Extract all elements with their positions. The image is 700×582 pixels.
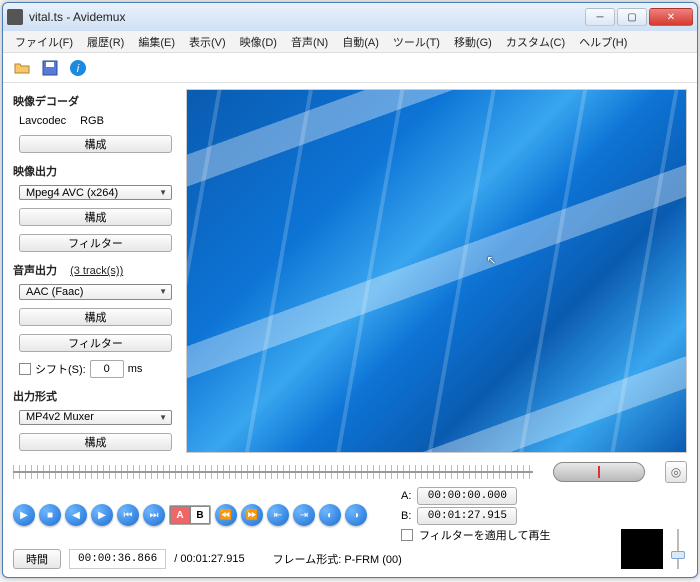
marker-a-time[interactable]: 00:00:00.000: [417, 487, 517, 505]
next-frame-button[interactable]: ▶: [91, 504, 113, 526]
audio-codec-select[interactable]: AAC (Faac) ▼: [19, 284, 172, 299]
menu-help[interactable]: ヘルプ(H): [573, 32, 633, 52]
audio-tracks-link[interactable]: (3 track(s)): [70, 265, 123, 277]
status-row: 時間 00:00:36.866 / 00:01:27.915 フレーム形式: P…: [13, 549, 611, 569]
time-button[interactable]: 時間: [13, 549, 61, 569]
goto-marker-a-button[interactable]: ⇤: [267, 504, 289, 526]
chevron-down-icon: ▼: [159, 287, 167, 296]
video-codec-select[interactable]: Mpeg4 AVC (x264) ▼: [19, 185, 172, 200]
decoder-name: Lavcodec: [19, 115, 66, 127]
decoder-colorspace: RGB: [80, 115, 104, 127]
save-icon[interactable]: [39, 57, 61, 79]
maximize-button[interactable]: ▢: [617, 8, 647, 26]
total-time: / 00:01:27.915: [174, 553, 244, 565]
marker-b-label: B:: [401, 510, 411, 522]
menu-tools[interactable]: ツール(T): [387, 32, 446, 52]
video-preview: ↖: [186, 89, 687, 453]
chevron-down-icon: ▼: [159, 188, 167, 197]
side-panel: 映像デコーダ Lavcodec RGB 構成 映像出力 Mpeg4 AVC (x…: [13, 89, 178, 453]
menu-edit[interactable]: 編集(E): [132, 32, 181, 52]
disc-icon[interactable]: ◎: [665, 461, 687, 483]
video-filter-button[interactable]: フィルター: [19, 234, 172, 252]
set-marker-a-button[interactable]: A: [170, 506, 190, 524]
shift-checkbox[interactable]: [19, 363, 31, 375]
output-format-value: MP4v2 Muxer: [26, 411, 94, 423]
set-marker-b-button[interactable]: B: [190, 506, 210, 524]
goto-start-button[interactable]: ⏪: [215, 504, 237, 526]
audio-meter: [621, 529, 663, 569]
transport-bar: ▶ ■ ◀ ▶ ⏮ ⏭ A B ⏪ ⏩ ⇤ ⇥ ◐ ◑: [13, 487, 611, 543]
goto-marker-b-button[interactable]: ⇥: [293, 504, 315, 526]
marker-a-label: A:: [401, 490, 411, 502]
output-format-header: 出力形式: [13, 388, 178, 404]
menu-custom[interactable]: カスタム(C): [500, 32, 571, 52]
prev-frame-button[interactable]: ◀: [65, 504, 87, 526]
menu-video[interactable]: 映像(D): [234, 32, 283, 52]
video-configure-button[interactable]: 構成: [19, 208, 172, 226]
volume-slider[interactable]: [669, 529, 687, 569]
shift-value-input[interactable]: [90, 360, 124, 378]
titlebar: vital.ts - Avidemux ─ ▢ ✕: [3, 3, 697, 31]
stop-button[interactable]: ■: [39, 504, 61, 526]
frame-type: フレーム形式: P-FRM (00): [273, 551, 402, 567]
window-title: vital.ts - Avidemux: [29, 10, 585, 24]
menu-file[interactable]: ファイル(F): [9, 32, 79, 52]
menubar: ファイル(F) 履歴(R) 編集(E) 表示(V) 映像(D) 音声(N) 自動…: [3, 31, 697, 53]
play-button[interactable]: ▶: [13, 504, 35, 526]
prev-keyframe-button[interactable]: ⏮: [117, 504, 139, 526]
cursor-icon: ↖: [486, 253, 496, 267]
audio-filter-button[interactable]: フィルター: [19, 334, 172, 352]
current-time[interactable]: 00:00:36.866: [69, 549, 166, 569]
apply-filters-checkbox[interactable]: [401, 529, 413, 541]
info-icon[interactable]: i: [67, 57, 89, 79]
menu-recent[interactable]: 履歴(R): [81, 32, 130, 52]
audio-codec-value: AAC (Faac): [26, 286, 83, 298]
timeline-slider[interactable]: [13, 465, 533, 479]
menu-audio[interactable]: 音声(N): [285, 32, 334, 52]
video-decoder-header: 映像デコーダ: [13, 93, 178, 109]
audio-output-header: 音声出力 (3 track(s)): [13, 262, 178, 278]
menu-go[interactable]: 移動(G): [448, 32, 498, 52]
video-codec-value: Mpeg4 AVC (x264): [26, 187, 118, 199]
decoder-configure-button[interactable]: 構成: [19, 135, 172, 153]
toolbar: i: [3, 53, 697, 83]
video-output-header: 映像出力: [13, 163, 178, 179]
shift-label: シフト(S):: [35, 361, 86, 377]
minimize-button[interactable]: ─: [585, 8, 615, 26]
open-icon[interactable]: [11, 57, 33, 79]
output-format-select[interactable]: MP4v2 Muxer ▼: [19, 410, 172, 425]
menu-view[interactable]: 表示(V): [183, 32, 232, 52]
goto-end-button[interactable]: ⏩: [241, 504, 263, 526]
next-keyframe-button[interactable]: ⏭: [143, 504, 165, 526]
audio-configure-button[interactable]: 構成: [19, 308, 172, 326]
apply-filters-label: フィルターを適用して再生: [419, 527, 550, 543]
chevron-down-icon: ▼: [159, 413, 167, 422]
marker-b-time[interactable]: 00:01:27.915: [417, 507, 517, 525]
menu-auto[interactable]: 自動(A): [336, 32, 385, 52]
close-button[interactable]: ✕: [649, 8, 693, 26]
nav-wheel[interactable]: [553, 462, 645, 482]
shift-unit: ms: [128, 363, 143, 375]
next-black-button[interactable]: ◑: [345, 504, 367, 526]
app-icon: [7, 9, 23, 25]
prev-black-button[interactable]: ◐: [319, 504, 341, 526]
format-configure-button[interactable]: 構成: [19, 433, 172, 451]
